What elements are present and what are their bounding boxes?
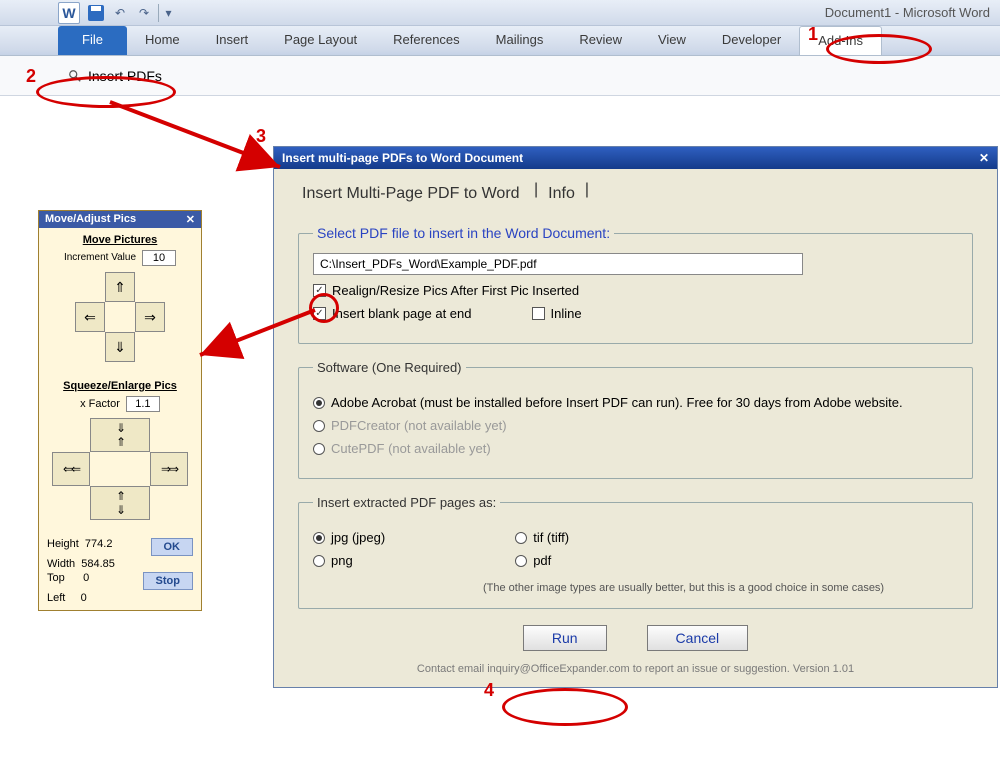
extract-legend: Insert extracted PDF pages as: [313, 495, 500, 510]
cutepdf-radio [313, 443, 325, 455]
pdf-label: pdf [533, 553, 551, 568]
panel-title: Move/Adjust Pics [45, 213, 136, 226]
annotation-3-number: 3 [256, 126, 266, 147]
extract-note: (The other image types are usually bette… [483, 582, 958, 594]
tab-developer[interactable]: Developer [704, 26, 799, 55]
close-icon[interactable]: ✕ [186, 213, 195, 226]
cutepdf-label: CutePDF (not available yet) [331, 441, 491, 456]
stop-button[interactable]: Stop [143, 572, 193, 590]
tif-label: tif (tiff) [533, 530, 569, 545]
pdfcreator-radio [313, 420, 325, 432]
squeeze-vert-out-button[interactable]: ⇑⇓ [90, 486, 150, 520]
panel-titlebar[interactable]: Move/Adjust Pics ✕ [39, 211, 201, 228]
stat-width-value: 584.85 [81, 558, 115, 570]
qat-dropdown-icon[interactable]: ▾ [158, 4, 178, 22]
tif-radio[interactable] [515, 532, 527, 544]
dialog-tabs: Insert Multi-Page PDF to Word | Info | [274, 169, 997, 209]
tab-view[interactable]: View [640, 26, 704, 55]
move-left-button[interactable]: ⇐ [75, 302, 105, 332]
png-radio[interactable] [313, 555, 325, 567]
tab-pagelayout[interactable]: Page Layout [266, 26, 375, 55]
ribbon-body: Insert PDFs [0, 56, 1000, 96]
increment-label: Increment Value [64, 253, 136, 263]
tab-separator-2: | [585, 181, 589, 209]
run-button[interactable]: Run [523, 625, 607, 651]
move-adjust-pics-panel: Move/Adjust Pics ✕ Move Pictures Increme… [38, 210, 202, 611]
png-label: png [331, 553, 353, 568]
undo-icon[interactable]: ↶ [110, 4, 130, 22]
squeeze-vert-in-button[interactable]: ⇓⇑ [90, 418, 150, 452]
insert-pdf-dialog: Insert multi-page PDFs to Word Document … [273, 146, 998, 688]
inline-checkbox[interactable] [532, 307, 545, 320]
stat-top-label: Top [47, 572, 65, 584]
increment-value-input[interactable]: 10 [142, 250, 176, 266]
tab-insert[interactable]: Insert [198, 26, 267, 55]
tab-references[interactable]: References [375, 26, 477, 55]
acrobat-radio[interactable] [313, 397, 325, 409]
save-icon[interactable] [86, 4, 106, 22]
xfactor-label: x Factor [80, 398, 120, 410]
xfactor-input[interactable]: 1.1 [126, 396, 160, 412]
move-right-button[interactable]: ⇒ [135, 302, 165, 332]
pdf-path-input[interactable]: C:\Insert_PDFs_Word\Example_PDF.pdf [313, 253, 803, 275]
tab-review[interactable]: Review [561, 26, 640, 55]
tab-home[interactable]: Home [127, 26, 198, 55]
dialog-close-icon[interactable]: ✕ [979, 151, 989, 165]
squeeze-horiz-in-button[interactable]: ⇒⇒ [150, 452, 188, 486]
blankpage-label: Insert blank page at end [332, 306, 472, 321]
dialog-tab-info[interactable]: Info [540, 181, 583, 209]
dialog-tab-main[interactable]: Insert Multi-Page PDF to Word [294, 181, 528, 209]
stat-left-value: 0 [81, 592, 87, 604]
tab-file[interactable]: File [58, 26, 127, 55]
squeeze-enlarge-heading: Squeeze/Enlarge Pics [47, 380, 193, 392]
stat-top-value: 0 [83, 572, 89, 584]
ribbon-tabs: File Home Insert Page Layout References … [0, 26, 1000, 56]
select-pdf-legend: Select PDF file to insert in the Word Do… [313, 225, 614, 241]
realign-checkbox[interactable]: ✓ [313, 284, 326, 297]
tab-addins[interactable]: Add-Ins [799, 26, 882, 55]
dialog-title: Insert multi-page PDFs to Word Document [282, 151, 523, 165]
software-group: Software (One Required) Adobe Acrobat (m… [298, 360, 973, 479]
word-app-icon: W [58, 2, 80, 24]
realign-label: Realign/Resize Pics After First Pic Inse… [332, 283, 579, 298]
insert-pdfs-label: Insert PDFs [88, 68, 162, 84]
redo-icon[interactable]: ↷ [134, 4, 154, 22]
move-arrows: ⇑ ⇐ ⇒ ⇓ [47, 272, 193, 362]
dialog-footer: Contact email inquiry@OfficeExpander.com… [298, 657, 973, 677]
stat-height-value: 774.2 [85, 538, 113, 550]
magnifier-icon [68, 69, 82, 83]
jpg-label: jpg (jpeg) [331, 530, 385, 545]
move-up-button[interactable]: ⇑ [105, 272, 135, 302]
move-down-button[interactable]: ⇓ [105, 332, 135, 362]
stat-left-label: Left [47, 592, 65, 604]
pic-stats: Height 774.2 OK Width 584.85 Top 0 Stop … [39, 532, 201, 610]
inline-label: Inline [551, 306, 582, 321]
dialog-titlebar[interactable]: Insert multi-page PDFs to Word Document … [274, 147, 997, 169]
annotation-4-circle [502, 688, 628, 726]
acrobat-label: Adobe Acrobat (must be installed before … [331, 395, 903, 410]
tab-separator: | [530, 181, 539, 209]
squeeze-horiz-out-button[interactable]: ⇐⇐ [52, 452, 90, 486]
blankpage-checkbox[interactable]: ✓ [313, 307, 326, 320]
squeeze-arrows: ⇓⇑ ⇐⇐ ⇒⇒ ⇑⇓ [47, 418, 193, 520]
tab-mailings[interactable]: Mailings [478, 26, 562, 55]
stat-height-label: Height [47, 538, 79, 550]
quick-access-toolbar: ↶ ↷ ▾ [86, 3, 178, 23]
select-pdf-group: Select PDF file to insert in the Word Do… [298, 225, 973, 344]
move-pictures-heading: Move Pictures [47, 234, 193, 246]
insert-pdfs-button[interactable]: Insert PDFs [58, 64, 172, 88]
pdfcreator-label: PDFCreator (not available yet) [331, 418, 507, 433]
pdf-radio[interactable] [515, 555, 527, 567]
cancel-button[interactable]: Cancel [647, 625, 749, 651]
window-title: Document1 - Microsoft Word [825, 5, 990, 20]
ok-button[interactable]: OK [151, 538, 194, 556]
jpg-radio[interactable] [313, 532, 325, 544]
stat-width-label: Width [47, 558, 75, 570]
software-legend: Software (One Required) [313, 360, 466, 375]
extract-format-group: Insert extracted PDF pages as: jpg (jpeg… [298, 495, 973, 609]
annotation-arrow-2to3 [100, 92, 300, 182]
